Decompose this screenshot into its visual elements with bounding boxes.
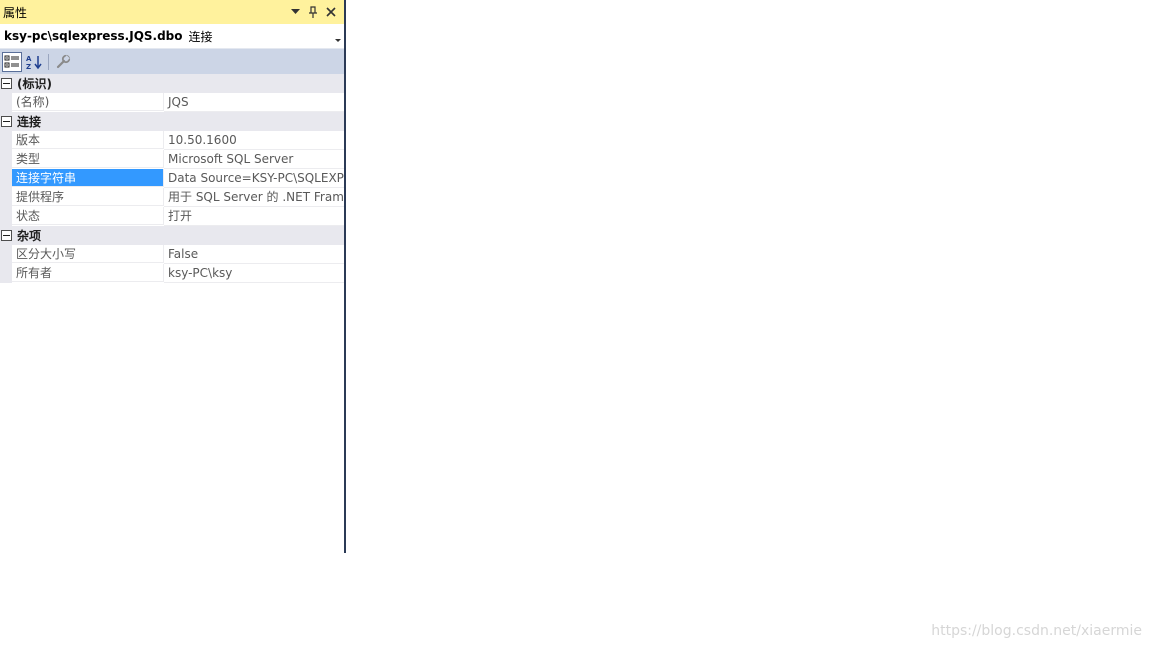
property-row-case-sensitive[interactable]: 区分大小写 False [0,245,344,264]
property-pages-icon[interactable] [53,52,73,72]
property-row-owner[interactable]: 所有者 ksy-PC\ksy [0,264,344,283]
object-type: 连接 [188,29,213,44]
svg-text:A: A [26,55,32,63]
property-name: 版本 [12,131,164,149]
object-name: ksy-pc\sqlexpress.JQS.dbo [4,29,183,43]
property-value[interactable]: 打开 [164,207,344,226]
svg-text:Z: Z [26,63,31,70]
property-value[interactable]: ksy-PC\ksy [164,264,344,283]
properties-toolbar: A Z [0,48,344,74]
property-row-name[interactable]: (名称) JQS [0,93,344,112]
object-selector[interactable]: ksy-pc\sqlexpress.JQS.dbo 连接 [0,24,344,48]
pin-icon[interactable] [304,3,322,21]
property-row-state[interactable]: 状态 打开 [0,207,344,226]
panel-title-bar: 属性 [0,0,344,24]
property-name: 区分大小写 [12,245,164,263]
toolbar-separator [48,53,49,70]
property-row-version[interactable]: 版本 10.50.1600 [0,131,344,150]
property-value[interactable]: 用于 SQL Server 的 .NET Framework [164,188,344,207]
alphabetical-sort-icon[interactable]: A Z [24,52,44,72]
category-label: (标识) [17,77,52,91]
close-icon[interactable] [322,3,340,21]
property-row-connection-string[interactable]: 连接字符串 Data Source=KSY-PC\SQLEXPRESS [0,169,344,188]
property-name: 连接字符串 [12,169,164,187]
property-value[interactable]: False [164,245,344,264]
collapse-icon[interactable] [1,230,12,241]
category-label: 杂项 [17,229,42,243]
property-value[interactable]: Microsoft SQL Server [164,150,344,169]
category-label: 连接 [17,115,42,129]
panel-title: 属性 [3,5,28,20]
category-misc[interactable]: 杂项 [0,226,344,245]
category-connection[interactable]: 连接 [0,112,344,131]
property-name: 类型 [12,150,164,168]
title-bar-icons [286,0,340,24]
watermark: https://blog.csdn.net/xiaermie [931,623,1142,639]
collapse-icon[interactable] [1,78,12,89]
property-row-provider[interactable]: 提供程序 用于 SQL Server 的 .NET Framework [0,188,344,207]
categorized-icon[interactable] [2,51,22,72]
property-value[interactable]: Data Source=KSY-PC\SQLEXPRESS [164,169,344,188]
property-row-type[interactable]: 类型 Microsoft SQL Server [0,150,344,169]
collapse-icon[interactable] [1,116,12,127]
property-value[interactable]: 10.50.1600 [164,131,344,150]
property-grid: (标识) (名称) JQS 连接 版本 10.50.1600 类型 Micros… [0,74,344,283]
property-value[interactable]: JQS [164,93,344,112]
property-name: (名称) [12,93,164,111]
property-name: 状态 [12,207,164,225]
property-name: 所有者 [12,264,164,282]
chevron-down-icon[interactable] [335,32,341,46]
properties-panel: 属性 ksy-pc\sqlexpress.JQS.dbo 连接 A Z (标识)… [0,0,346,553]
property-name: 提供程序 [12,188,164,206]
category-identity[interactable]: (标识) [0,74,344,93]
dropdown-icon[interactable] [286,3,304,21]
